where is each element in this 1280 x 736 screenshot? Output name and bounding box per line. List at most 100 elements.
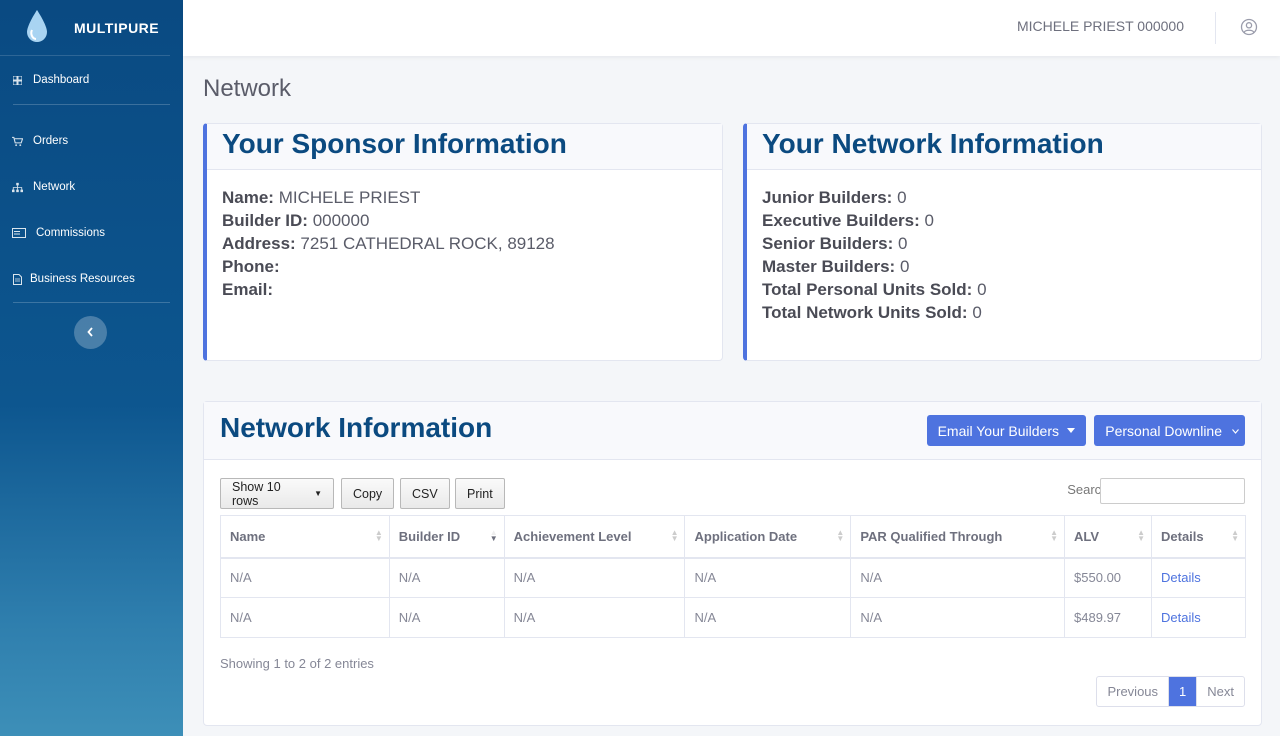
chevron-left-icon	[87, 324, 94, 342]
sort-icon: ▲ ▼	[374, 528, 383, 543]
topbar-divider	[1215, 12, 1216, 44]
cell-details: Details	[1151, 557, 1246, 598]
cell-alv: $550.00	[1064, 557, 1152, 598]
table-row: N/A N/A N/A N/A N/A $550.00 Details	[220, 557, 1246, 598]
stat-master-builders: Master Builders: 0	[762, 257, 910, 276]
button-label: Copy	[353, 486, 383, 501]
button-label: CSV	[412, 486, 438, 501]
brand-name: MULTIPURE	[74, 19, 160, 36]
column-header-details[interactable]: Details ▲ ▼	[1151, 515, 1246, 559]
entries-info: Showing 1 to 2 of 2 entries	[220, 656, 374, 671]
topbar: MICHELE PRIEST 000000	[183, 0, 1280, 56]
column-header-achievement-level[interactable]: Achievement Level ▲ ▼	[503, 515, 686, 559]
sponsor-builder-id: Builder ID: 000000	[222, 211, 370, 230]
print-button[interactable]: Print	[455, 478, 505, 509]
sidebar-item-orders[interactable]: Orders	[0, 118, 183, 164]
page-title: Network	[203, 75, 292, 102]
caret-down-icon	[1067, 428, 1075, 433]
button-label: Personal Downline	[1105, 422, 1222, 439]
sort-icon: ▲ ▼	[1231, 528, 1239, 543]
search-input[interactable]	[1100, 478, 1245, 504]
cell-builder-id: N/A	[388, 597, 505, 638]
sort-desc-icon: ▲ ▼	[489, 528, 498, 543]
sidebar-item-label: Dashboard	[33, 74, 90, 86]
sidebar-collapse-button[interactable]	[74, 316, 107, 349]
sidebar-item-label: Orders	[33, 135, 69, 147]
stat-senior-builders: Senior Builders: 0	[762, 234, 908, 253]
sidebar-item-commissions[interactable]: Commissions	[0, 210, 183, 256]
csv-button[interactable]: CSV	[400, 478, 450, 509]
button-label: Show 10 rows	[232, 479, 281, 508]
sidebar: MULTIPURE Dashboard Orders Network Commi…	[0, 0, 183, 736]
table-row: N/A N/A N/A N/A N/A $489.97 Details	[220, 597, 1246, 638]
cell-application-date: N/A	[684, 557, 852, 598]
cart-icon	[12, 136, 23, 147]
details-link[interactable]: Details	[1161, 570, 1201, 585]
sidebar-item-label: Commissions	[36, 227, 106, 239]
sidebar-item-dashboard[interactable]: Dashboard	[0, 56, 183, 104]
cell-name: N/A	[220, 597, 390, 638]
page-1-button[interactable]: 1	[1169, 677, 1197, 706]
sort-icon: ▲ ▼	[1050, 528, 1059, 543]
show-rows-button[interactable]: Show 10 rows ▼	[220, 478, 334, 509]
stat-total-personal-units: Total Personal Units Sold: 0	[762, 280, 987, 299]
sidebar-item-label: Network	[33, 181, 76, 193]
sidebar-item-network[interactable]: Network	[0, 164, 183, 210]
chevron-down-icon	[1232, 426, 1239, 436]
card-title: Your Sponsor Information	[222, 128, 567, 159]
stat-executive-builders: Executive Builders: 0	[762, 211, 934, 230]
network-table-card: Network Information Email Your Builders …	[203, 401, 1262, 726]
pagination: Previous 1 Next	[1096, 676, 1245, 707]
brand[interactable]: MULTIPURE	[0, 0, 170, 56]
sort-icon: ▲ ▼	[1137, 528, 1145, 543]
cell-par-qualified: N/A	[850, 557, 1066, 598]
dashboard-icon	[12, 75, 23, 86]
network-table: Name ▲ ▼ Builder ID ▲ ▼ Achievement Level ▲ ▼ …	[220, 515, 1246, 638]
user-name[interactable]: MICHELE PRIEST 000000	[1017, 18, 1184, 34]
next-page-button[interactable]: Next	[1196, 677, 1244, 706]
card-title: Network Information	[220, 412, 493, 443]
card-header: Network Information Email Your Builders …	[204, 402, 1261, 460]
card-body: Junior Builders: 0 Executive Builders: 0…	[747, 170, 1261, 340]
personal-downline-select[interactable]: Personal Downline	[1094, 415, 1245, 446]
cell-alv: $489.97	[1064, 597, 1152, 638]
details-link[interactable]: Details	[1161, 610, 1201, 625]
copy-button[interactable]: Copy	[341, 478, 395, 509]
cell-details: Details	[1151, 597, 1246, 638]
user-circle-icon[interactable]	[1240, 18, 1258, 36]
cell-par-qualified: N/A	[850, 597, 1066, 638]
sponsor-name: Name: MICHELE PRIEST	[222, 188, 421, 207]
sponsor-phone: Phone:	[222, 257, 280, 276]
sponsor-info-card: Your Sponsor Information Name: MICHELE P…	[203, 123, 723, 361]
sponsor-email: Email:	[222, 280, 274, 299]
water-drop-logo-icon	[14, 5, 60, 51]
card-body: Name: MICHELE PRIEST Builder ID: 000000 …	[207, 170, 722, 317]
sidebar-item-business-resources[interactable]: Business Resources	[0, 256, 183, 302]
cell-application-date: N/A	[684, 597, 852, 638]
caret-down-icon: ▼	[314, 489, 322, 498]
button-label: Print	[467, 486, 493, 501]
stat-total-network-units: Total Network Units Sold: 0	[762, 303, 982, 322]
money-icon	[12, 228, 26, 239]
sort-icon: ▲ ▼	[836, 528, 845, 543]
previous-page-button[interactable]: Previous	[1097, 677, 1170, 706]
column-header-application-date[interactable]: Application Date ▲ ▼	[684, 515, 852, 559]
cell-builder-id: N/A	[388, 557, 505, 598]
cell-achievement-level: N/A	[503, 597, 686, 638]
cell-achievement-level: N/A	[503, 557, 686, 598]
button-label: Email Your Builders	[937, 422, 1059, 439]
email-builders-button[interactable]: Email Your Builders	[926, 415, 1086, 446]
network-info-card: Your Network Information Junior Builders…	[743, 123, 1262, 361]
table-header-row: Name ▲ ▼ Builder ID ▲ ▼ Achievement Level ▲ ▼ …	[220, 515, 1246, 559]
column-header-builder-id[interactable]: Builder ID ▲ ▼	[388, 515, 505, 559]
sitemap-icon	[12, 182, 23, 193]
sidebar-divider	[13, 302, 170, 303]
card-header: Your Sponsor Information	[207, 124, 722, 170]
cell-name: N/A	[220, 557, 390, 598]
column-header-par-qualified[interactable]: PAR Qualified Through ▲ ▼	[850, 515, 1066, 559]
sort-icon: ▲ ▼	[670, 528, 679, 543]
sidebar-item-label: Business Resources	[30, 273, 135, 285]
column-header-name[interactable]: Name ▲ ▼	[220, 515, 390, 559]
document-icon	[12, 273, 23, 285]
column-header-alv[interactable]: ALV ▲ ▼	[1064, 515, 1152, 559]
